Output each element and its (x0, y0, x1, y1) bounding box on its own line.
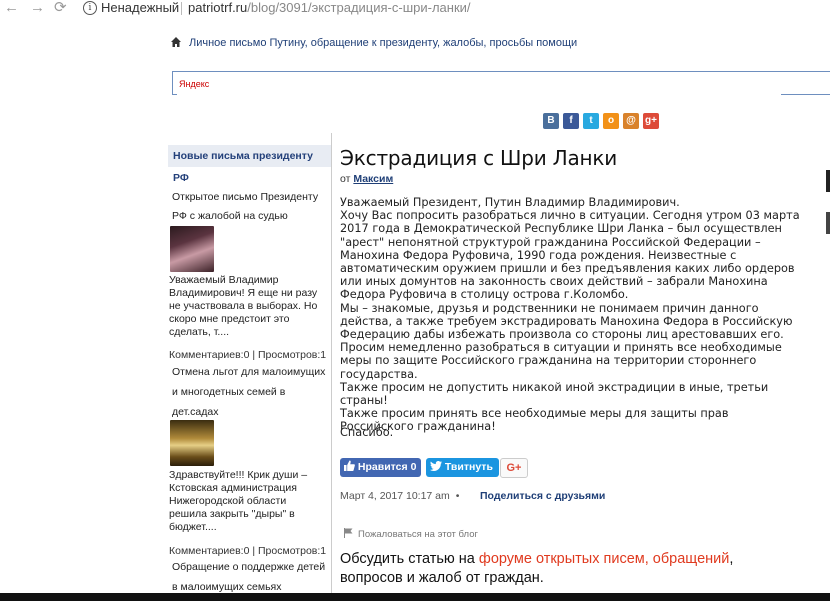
odnoklassniki-share-icon[interactable]: o (603, 113, 619, 129)
article-byline: от Максим (340, 173, 393, 185)
url-separator (181, 2, 182, 15)
author-link[interactable]: Максим (353, 173, 393, 185)
article-paragraph: Мы – знакомые, друзья и родственники не … (340, 301, 793, 342)
url-text[interactable]: patriotrf.ru/blog/3091/экстрадиция-с-шри… (188, 0, 471, 16)
page-edge-widget (826, 170, 830, 192)
article-title: Экстрадиция с Шри Ланки (340, 146, 618, 170)
sidebar-post-title[interactable]: дет.садах (172, 402, 330, 422)
page-edge-widget (826, 212, 830, 234)
sidebar-post-title[interactable]: Обращение о поддержке детей (172, 557, 330, 577)
sidebar-post-excerpt[interactable]: Здравствуйте!!! Крик души – Кстовская ад… (169, 469, 327, 534)
flag-icon (344, 528, 353, 538)
post-thumbnail[interactable] (170, 420, 214, 466)
home-icon[interactable] (171, 37, 181, 47)
discuss-prompt: Обсудить статью на форуме открытых писем… (340, 550, 780, 588)
bottom-bar (0, 593, 830, 601)
thumbs-up-icon (344, 460, 355, 471)
forum-link[interactable]: форуме открытых писем, обращений (479, 551, 729, 567)
byline-prefix: от (340, 173, 351, 185)
sidebar-post-title[interactable]: и многодетных семей в (172, 382, 330, 402)
facebook-like-button[interactable]: Нравится 0 (340, 458, 422, 477)
google-plus-button[interactable]: G+ (500, 458, 528, 478)
date-text: Март 4, 2017 10:17 am (340, 490, 450, 502)
date-separator: • (455, 490, 460, 502)
search-input[interactable] (177, 73, 781, 95)
googleplus-share-icon[interactable]: g+ (643, 113, 659, 129)
post-meta: Комментариев:0 | Просмотров:1 (169, 545, 327, 557)
sidebar-post-excerpt[interactable]: Уважаемый Владимир Владимирович! Я еще н… (169, 274, 327, 339)
tweet-label: Твитнуть (444, 461, 493, 473)
article-body: Уважаемый Президент, Путин Владимир Влад… (340, 196, 800, 434)
sidebar-post-title[interactable]: РФ с жалобой на судью (172, 206, 330, 226)
post-meta: Комментариев:0 | Просмотров:1 (169, 349, 327, 361)
vk-share-icon[interactable]: B (543, 113, 559, 129)
twitter-bird-icon (430, 461, 442, 471)
twitter-share-icon[interactable]: t (583, 113, 599, 129)
reload-icon[interactable]: ⟳ (54, 0, 67, 16)
report-blog-link[interactable]: Пожаловаться на этот блог (344, 528, 478, 540)
publish-date: Март 4, 2017 10:17 am • (340, 490, 459, 502)
tweet-button[interactable]: Твитнуть (426, 458, 499, 477)
column-divider (331, 133, 332, 601)
security-label[interactable]: Ненадежный (101, 0, 179, 16)
article-signoff: Спасибо. (340, 426, 394, 439)
like-label: Нравится (357, 461, 408, 473)
article-paragraph: Уважаемый Президент, Путин Владимир Влад… (340, 196, 680, 209)
site-info-icon[interactable]: i (83, 1, 97, 15)
url-path: /blog/3091/экстрадиция-с-шри-ланки/ (247, 0, 471, 15)
discuss-prefix: Обсудить статью на (340, 551, 479, 567)
browser-address-bar: ← → ⟳ i Ненадежный patriotrf.ru/blog/309… (0, 0, 830, 18)
like-count: 0 (410, 461, 417, 473)
moimir-share-icon[interactable]: @ (623, 113, 639, 129)
site-breadcrumb: Личное письмо Путину, обращение к презид… (171, 37, 577, 49)
article-paragraph: Также просим не допустить никакой иной э… (340, 380, 769, 408)
back-arrow-icon[interactable]: ← (4, 0, 19, 16)
report-label: Пожаловаться на этот блог (358, 529, 478, 540)
article-paragraph: Просим немедленно разобраться в ситуации… (340, 341, 782, 381)
article-paragraph: Также просим принять все необходимые мер… (340, 407, 729, 434)
sidebar-heading: Новые письма президенту РФ (168, 145, 331, 184)
url-domain: patriotrf.ru (188, 0, 248, 15)
share-with-friends-link[interactable]: Поделиться с друзьями (480, 490, 605, 502)
yandex-search-box (172, 71, 830, 95)
breadcrumb-link[interactable]: Личное письмо Путину, обращение к презид… (189, 37, 577, 49)
forward-arrow-icon[interactable]: → (30, 0, 45, 16)
article-paragraph: Хочу Вас попросить разобраться лично в с… (340, 209, 800, 302)
sidebar-post-title[interactable]: Открытое письмо Президенту (172, 187, 330, 207)
sidebar-post-title[interactable]: Отмена льгот для малоимущих (172, 362, 330, 382)
facebook-share-icon[interactable]: f (563, 113, 579, 129)
post-thumbnail[interactable] (170, 226, 214, 272)
